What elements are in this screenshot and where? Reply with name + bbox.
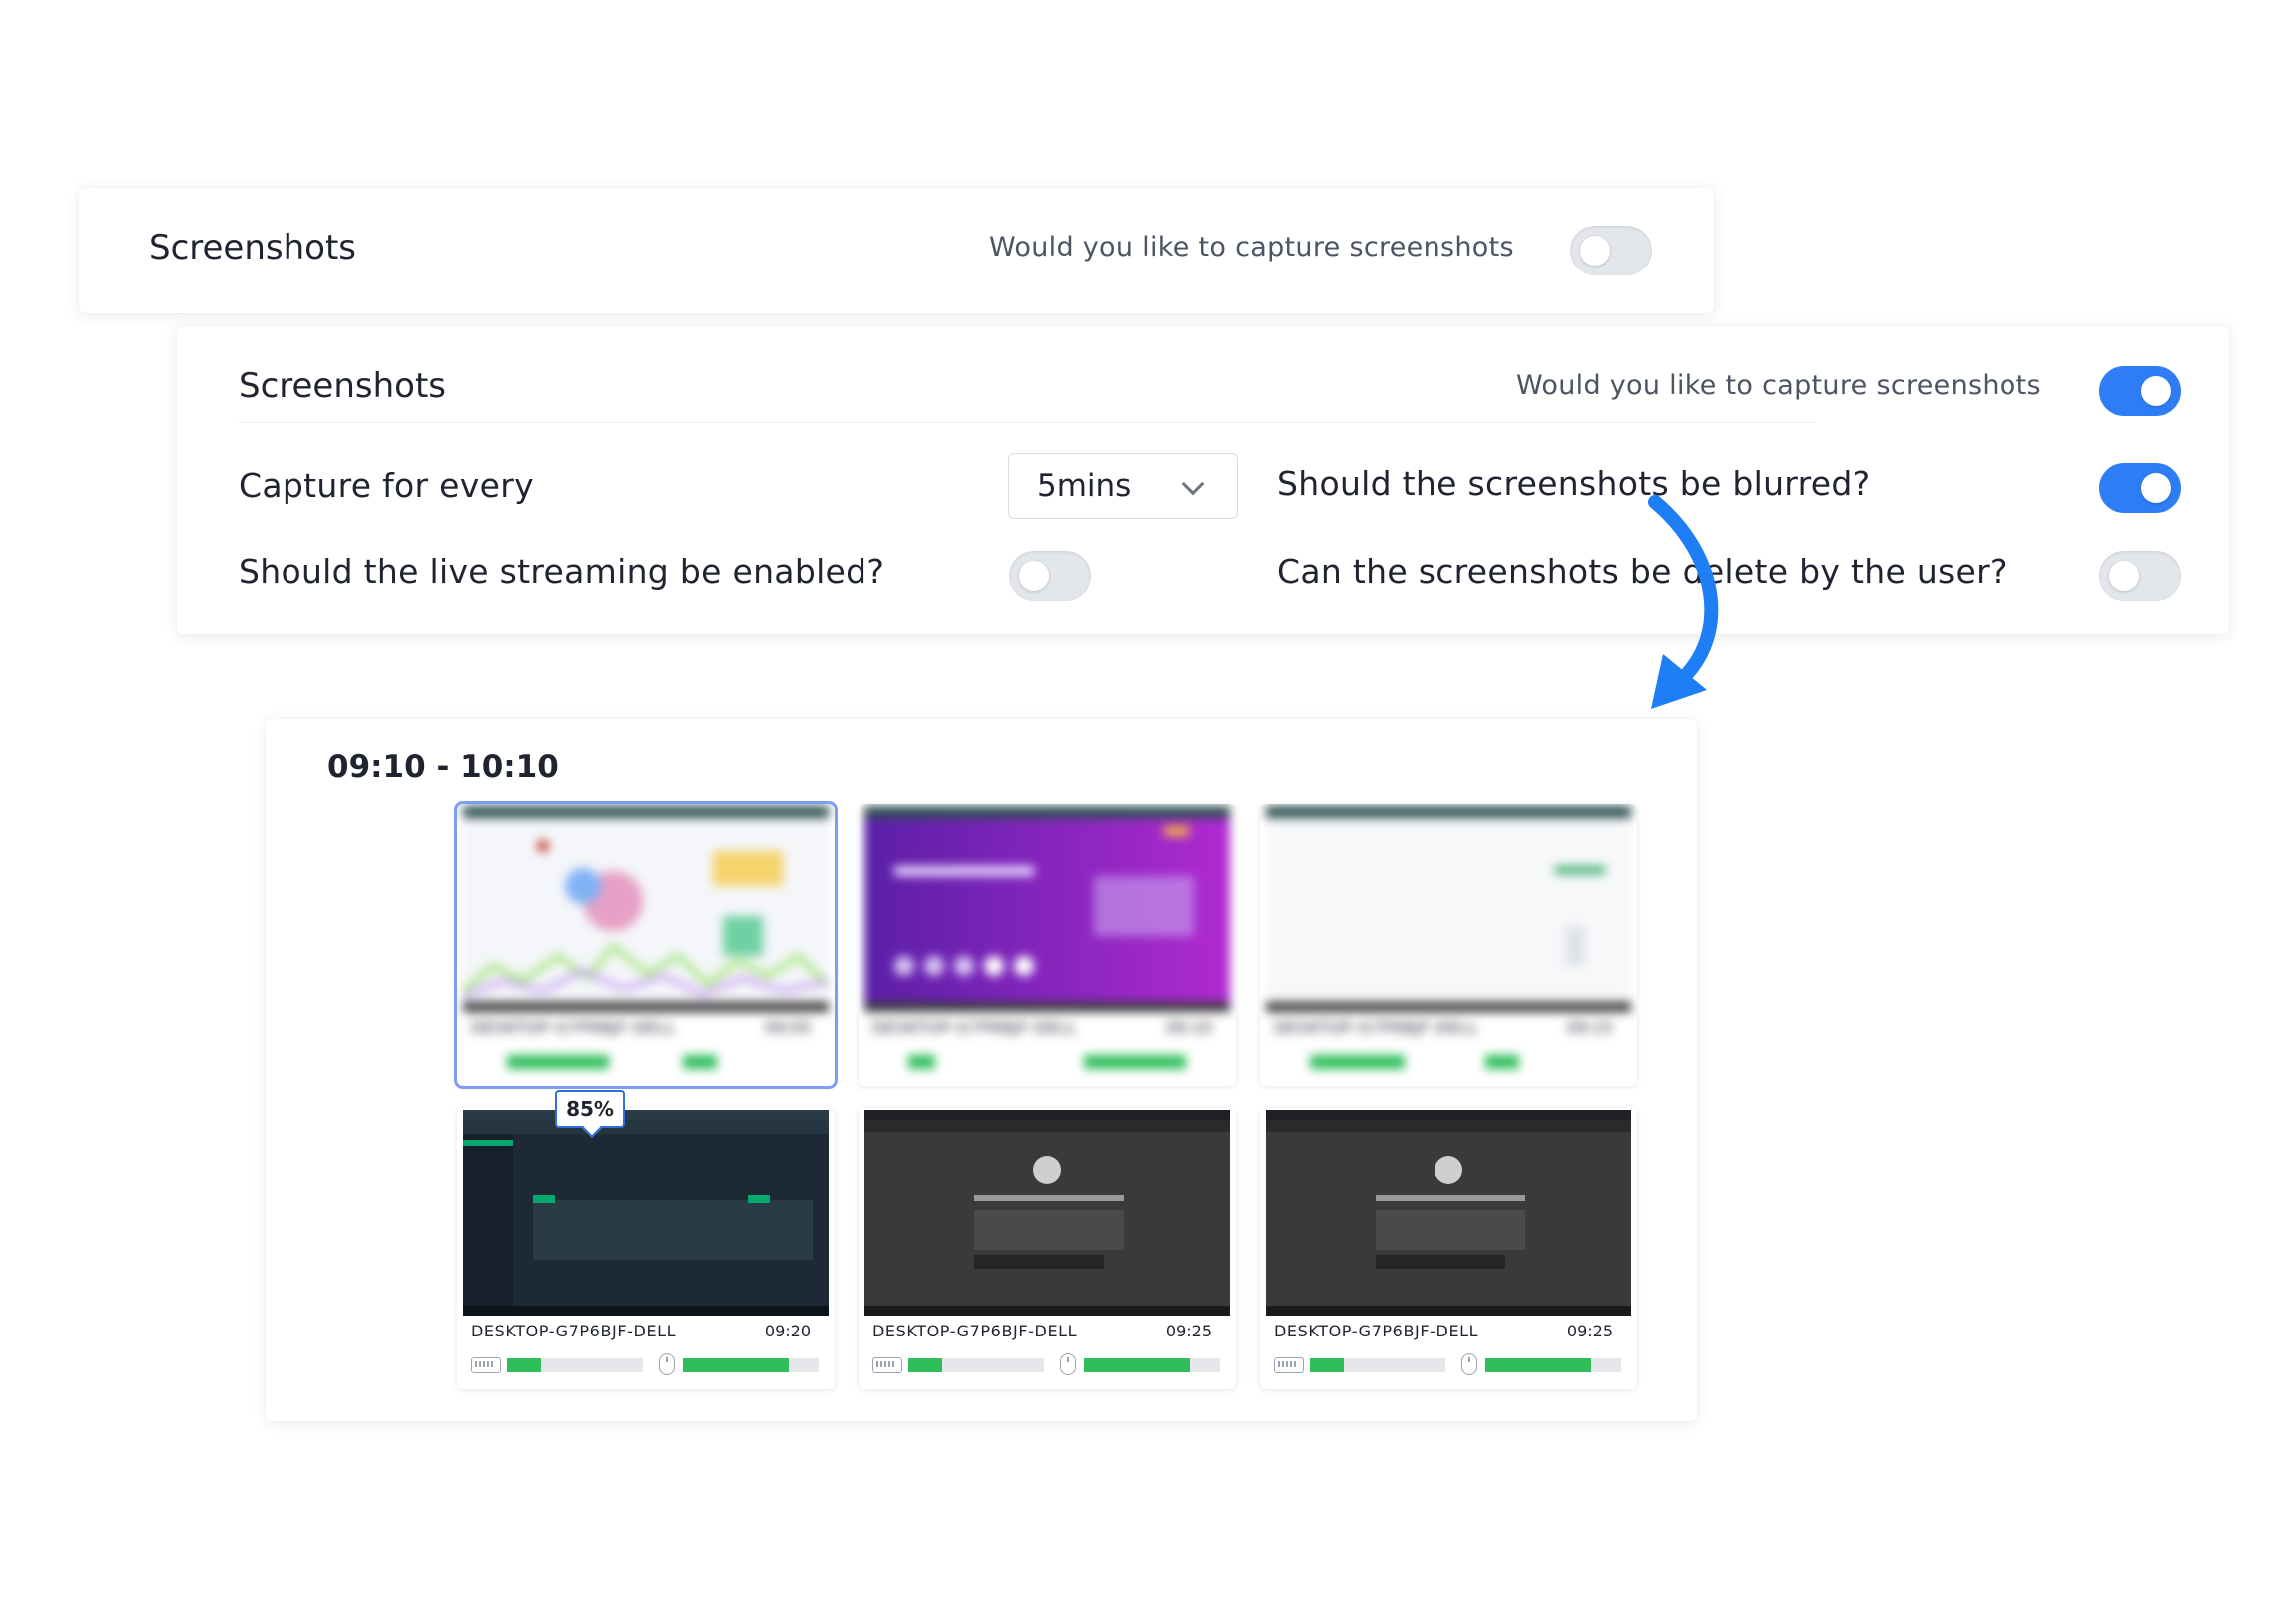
device-name: DESKTOP-G7P6BJF-DELL <box>471 1322 677 1340</box>
keyboard-icon <box>872 1357 902 1373</box>
keyboard-activity-bar <box>908 1358 1044 1372</box>
toggle-knob <box>2109 561 2139 591</box>
device-name: DESKTOP-G7P6BJF-DELL <box>1274 1322 1479 1340</box>
section-title: Screenshots <box>149 228 357 267</box>
mouse-activity-bar <box>1084 1055 1220 1069</box>
mouse-icon <box>1461 1353 1477 1375</box>
screenshot-thumbnail[interactable]: DESKTOP-G7P6BJF-DELL 09:25 <box>859 1108 1236 1389</box>
curved-arrow-icon <box>1648 495 1719 709</box>
capture-interval-value: 5mins <box>1037 468 1132 504</box>
screenshot-image <box>1266 806 1631 1012</box>
streaming-label: Should the live streaming be enabled? <box>239 552 885 591</box>
keyboard-activity-bar <box>1310 1358 1445 1372</box>
mouse-activity-bar <box>1084 1358 1220 1372</box>
screenshot-gallery: 09:10 - 10:10 DESKTOP-G7P6BJF-DELL 09:05 <box>266 719 1697 1421</box>
activity-tooltip: 85% <box>555 1090 625 1128</box>
screenshot-image <box>864 1110 1230 1316</box>
blurred-content: DESKTOP-G7P6BJF-DELL 09:10 <box>859 804 1236 1086</box>
device-name: DESKTOP-G7P6BJF-DELL <box>471 1018 677 1037</box>
device-name: DESKTOP-G7P6BJF-DELL <box>872 1322 1078 1340</box>
capture-time: 09:05 <box>764 1018 811 1037</box>
blurred-content: DESKTOP-G7P6BJF-DELL 09:05 <box>457 804 835 1086</box>
mouse-activity-bar <box>1485 1055 1621 1069</box>
blur-toggle[interactable] <box>2099 463 2181 513</box>
screenshot-image <box>463 1110 829 1316</box>
capture-interval-select[interactable]: 5mins <box>1008 453 1238 519</box>
toggle-knob <box>1019 561 1049 591</box>
capture-toggle[interactable] <box>1570 226 1652 275</box>
mouse-activity-bar <box>1485 1358 1621 1372</box>
screenshot-thumbnail[interactable]: DESKTOP-G7P6BJF-DELL 09:20 <box>457 1108 835 1389</box>
mouse-icon <box>659 1353 675 1375</box>
keyboard-icon <box>471 1357 501 1373</box>
capture-toggle[interactable] <box>2099 366 2181 416</box>
toggle-knob <box>2141 473 2171 503</box>
blurred-content: DESKTOP-G7P6BJF-DELL 09:15 <box>1260 804 1637 1086</box>
mouse-activity-bar <box>683 1055 819 1069</box>
screenshot-thumbnail[interactable]: DESKTOP-G7P6BJF-DELL 09:10 <box>859 804 1236 1086</box>
mouse-icon <box>1060 1353 1076 1375</box>
divider <box>239 422 1816 423</box>
capture-time: 09:20 <box>764 1322 811 1340</box>
keyboard-icon <box>1274 1357 1304 1373</box>
keyboard-activity-bar <box>507 1358 643 1372</box>
mouse-activity-bar <box>683 1358 819 1372</box>
capture-interval-label: Capture for every <box>239 466 534 505</box>
toggle-knob <box>1580 236 1610 266</box>
screenshots-card-collapsed: Screenshots Would you like to capture sc… <box>79 188 1714 313</box>
screenshot-image <box>864 806 1230 1012</box>
screenshots-card-expanded: Screenshots Would you like to capture sc… <box>177 326 2229 634</box>
capture-question: Would you like to capture screenshots <box>989 232 1514 263</box>
section-title: Screenshots <box>239 366 447 406</box>
capture-time: 09:15 <box>1566 1018 1613 1037</box>
keyboard-activity-bar <box>908 1055 1044 1069</box>
keyboard-activity-bar <box>1310 1055 1445 1069</box>
delete-toggle[interactable] <box>2099 551 2181 601</box>
screenshot-thumbnail[interactable]: DESKTOP-G7P6BJF-DELL 09:05 <box>454 801 838 1089</box>
screenshot-image <box>1266 1110 1631 1316</box>
device-name: DESKTOP-G7P6BJF-DELL <box>872 1018 1078 1037</box>
device-name: DESKTOP-G7P6BJF-DELL <box>1274 1018 1479 1037</box>
screenshot-thumbnail[interactable]: DESKTOP-G7P6BJF-DELL 09:15 <box>1260 804 1637 1086</box>
capture-time: 09:10 <box>1165 1018 1212 1037</box>
streaming-toggle[interactable] <box>1009 551 1091 601</box>
screenshot-image <box>463 806 829 1012</box>
chevron-down-icon <box>1181 472 1205 496</box>
blur-label: Should the screenshots be blurred? <box>1277 464 1871 503</box>
time-range: 09:10 - 10:10 <box>327 749 559 785</box>
capture-question: Would you like to capture screenshots <box>1516 370 2041 401</box>
capture-time: 09:25 <box>1165 1322 1212 1340</box>
screenshot-thumbnail[interactable]: DESKTOP-G7P6BJF-DELL 09:25 <box>1260 1108 1637 1389</box>
keyboard-activity-bar <box>507 1055 643 1069</box>
toggle-knob <box>2141 376 2171 406</box>
capture-time: 09:25 <box>1566 1322 1613 1340</box>
